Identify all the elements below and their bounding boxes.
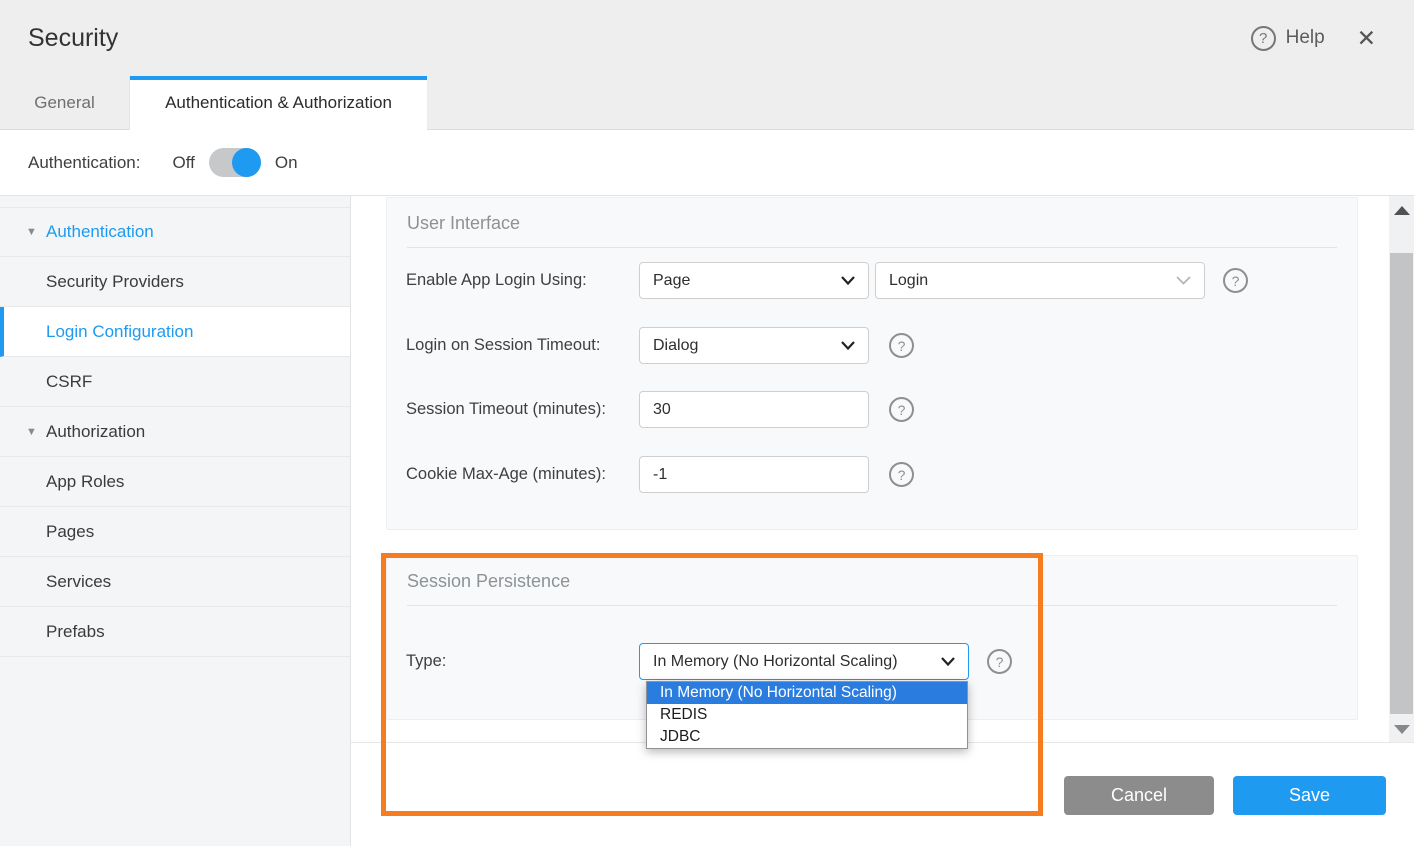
- dialog-footer: Cancel Save: [351, 742, 1414, 846]
- sidebar-item-label: Authorization: [46, 422, 145, 442]
- sidebar-item-authorization[interactable]: ▼ Authorization: [0, 407, 350, 457]
- field-label: Login on Session Timeout:: [406, 327, 600, 364]
- scroll-down-icon[interactable]: [1394, 725, 1410, 734]
- chevron-down-icon: [941, 657, 955, 666]
- chevron-down-icon: [1176, 276, 1191, 285]
- sidebar-item-pages[interactable]: Pages: [0, 507, 350, 557]
- cancel-button[interactable]: Cancel: [1064, 776, 1214, 815]
- help-icon[interactable]: ?: [889, 333, 914, 358]
- field-label: Cookie Max-Age (minutes):: [406, 456, 606, 493]
- section-divider: [407, 605, 1337, 606]
- toggle-off-label: Off: [172, 153, 194, 173]
- login-using-select[interactable]: Page: [639, 262, 869, 299]
- help-icon: ?: [1251, 26, 1276, 51]
- sidebar-item-authentication[interactable]: ▼ Authentication: [0, 207, 350, 257]
- authentication-toggle-label: Authentication:: [28, 153, 140, 173]
- login-page-select[interactable]: Login: [875, 262, 1205, 299]
- help-icon[interactable]: ?: [1223, 268, 1248, 293]
- toggle-knob: [232, 148, 261, 177]
- sidebar-item-label: App Roles: [46, 472, 124, 492]
- session-persistence-dropdown-menu: In Memory (No Horizontal Scaling) REDIS …: [646, 681, 968, 749]
- dialog-header: Security ? Help ✕: [0, 0, 1414, 76]
- help-icon[interactable]: ?: [889, 397, 914, 422]
- sidebar-item-label: Services: [46, 572, 111, 592]
- sidebar-item-app-roles[interactable]: App Roles: [0, 457, 350, 507]
- sidebar-item-label: CSRF: [46, 372, 92, 392]
- sidebar-item-label: Security Providers: [46, 272, 184, 292]
- collapse-triangle-icon[interactable]: ▼: [26, 226, 37, 238]
- help-label: Help: [1286, 27, 1325, 49]
- security-dialog: Security ? Help ✕ General Authentication…: [0, 0, 1414, 846]
- help-icon[interactable]: ?: [987, 649, 1012, 674]
- user-interface-section: User Interface Enable App Login Using: P…: [386, 197, 1358, 530]
- cookie-max-age-input[interactable]: [639, 456, 869, 493]
- select-value: In Memory (No Horizontal Scaling): [653, 653, 898, 671]
- sidebar-item-label: Authentication: [46, 222, 154, 242]
- sidebar-item-login-configuration[interactable]: Login Configuration: [0, 307, 350, 357]
- sidebar-item-services[interactable]: Services: [0, 557, 350, 607]
- tab-authentication-authorization[interactable]: Authentication & Authorization: [130, 76, 427, 130]
- chevron-down-icon: [841, 276, 855, 285]
- sidebar: ▼ Authentication Security Providers Logi…: [0, 196, 351, 846]
- session-timeout-input[interactable]: [639, 391, 869, 428]
- authentication-toggle[interactable]: [209, 148, 261, 177]
- select-value: Login: [889, 272, 928, 290]
- field-label: Type:: [406, 643, 446, 680]
- tab-bar: General Authentication & Authorization: [0, 76, 1414, 130]
- section-divider: [407, 247, 1337, 248]
- sidebar-item-security-providers[interactable]: Security Providers: [0, 257, 350, 307]
- vertical-scrollbar[interactable]: [1389, 196, 1414, 742]
- session-timeout-type-select[interactable]: Dialog: [639, 327, 869, 364]
- section-title: User Interface: [387, 198, 1357, 234]
- field-label: Enable App Login Using:: [406, 262, 587, 299]
- toggle-on-label: On: [275, 153, 298, 173]
- save-button[interactable]: Save: [1233, 776, 1386, 815]
- select-value: Page: [653, 272, 690, 290]
- select-value: Dialog: [653, 337, 698, 355]
- chevron-down-icon: [841, 341, 855, 350]
- close-icon[interactable]: ✕: [1357, 27, 1376, 50]
- session-persistence-type-row: Type: In Memory (No Horizontal Scaling) …: [387, 643, 1357, 680]
- tab-general[interactable]: General: [0, 76, 130, 130]
- dropdown-option-in-memory[interactable]: In Memory (No Horizontal Scaling): [647, 682, 967, 704]
- help-button[interactable]: ? Help: [1251, 26, 1325, 51]
- cookie-max-age-row: Cookie Max-Age (minutes): ?: [387, 456, 1357, 493]
- page-title: Security: [28, 24, 1251, 53]
- sidebar-item-label: Login Configuration: [46, 322, 193, 342]
- scrollbar-thumb[interactable]: [1390, 253, 1413, 714]
- scroll-up-icon[interactable]: [1394, 206, 1410, 215]
- sidebar-item-prefabs[interactable]: Prefabs: [0, 607, 350, 657]
- sidebar-item-label: Prefabs: [46, 622, 105, 642]
- login-session-timeout-row: Login on Session Timeout: Dialog ?: [387, 327, 1357, 364]
- sidebar-item-csrf[interactable]: CSRF: [0, 357, 350, 407]
- session-persistence-type-select[interactable]: In Memory (No Horizontal Scaling): [639, 643, 969, 680]
- help-icon[interactable]: ?: [889, 462, 914, 487]
- dropdown-option-jdbc[interactable]: JDBC: [647, 726, 967, 748]
- collapse-triangle-icon[interactable]: ▼: [26, 426, 37, 438]
- field-label: Session Timeout (minutes):: [406, 391, 606, 428]
- enable-app-login-row: Enable App Login Using: Page Login ?: [387, 262, 1357, 299]
- section-title: Session Persistence: [387, 556, 1357, 592]
- content-scroll-area: User Interface Enable App Login Using: P…: [351, 196, 1389, 742]
- dropdown-option-redis[interactable]: REDIS: [647, 704, 967, 726]
- authentication-toggle-row: Authentication: Off On: [0, 130, 1414, 196]
- session-timeout-minutes-row: Session Timeout (minutes): ?: [387, 391, 1357, 428]
- sidebar-item-label: Pages: [46, 522, 94, 542]
